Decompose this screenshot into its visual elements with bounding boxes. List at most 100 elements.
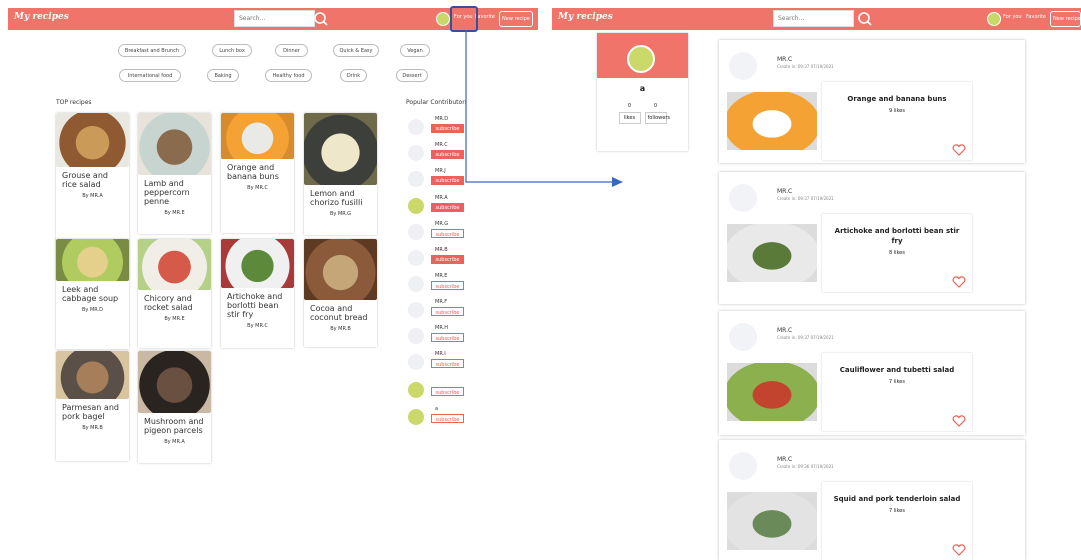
recipe-image[interactable] xyxy=(304,113,377,185)
recipe-title[interactable]: Lemon and chorizo fusilli xyxy=(304,185,377,207)
subscribe-button[interactable]: subscribe xyxy=(431,387,464,396)
category-chip[interactable]: Baking xyxy=(207,69,239,82)
new-recipe-button[interactable]: New recipe xyxy=(1050,11,1081,27)
recipe-image[interactable] xyxy=(56,113,129,167)
heart-icon[interactable] xyxy=(952,415,966,427)
recipe-card[interactable]: Lamb and peppercorn penne By MR.E xyxy=(138,113,211,234)
contributor-name[interactable]: MR.D xyxy=(435,116,448,122)
contributor-avatar[interactable] xyxy=(408,276,424,292)
category-chip[interactable]: Healthy food xyxy=(265,69,312,82)
recipe-image[interactable] xyxy=(138,113,211,175)
contributor-avatar[interactable] xyxy=(408,302,424,318)
recipe-title[interactable]: Parmesan and pork bagel xyxy=(56,399,129,421)
post-card[interactable]: MR.C Create in: 09:37 07/19/2021 Orange an… xyxy=(719,40,1025,163)
heart-icon[interactable] xyxy=(952,144,966,156)
post-title[interactable]: Cauliflower and tubetti salad xyxy=(822,353,972,375)
subscribe-button[interactable]: subscribe xyxy=(431,359,464,368)
contributor-avatar[interactable] xyxy=(408,250,424,266)
post-author[interactable]: MR.C xyxy=(777,56,792,63)
category-chip[interactable]: Quick & Easy xyxy=(333,44,379,57)
post-title[interactable]: Artichoke and borlotti bean stir fry xyxy=(822,214,972,246)
contributor-name[interactable]: MR.A xyxy=(435,195,448,201)
contributor-avatar[interactable] xyxy=(408,409,424,425)
recipe-title[interactable]: Orange and banana buns xyxy=(221,159,294,181)
category-chip[interactable]: Lunch box xyxy=(212,44,252,57)
recipe-title[interactable]: Leek and cabbage soup xyxy=(56,281,129,303)
recipe-title[interactable]: Lamb and peppercorn penne xyxy=(138,175,211,206)
contributor-name[interactable]: MR.F xyxy=(435,299,447,305)
recipe-title[interactable]: Cocoa and coconut bread xyxy=(304,300,377,322)
category-chip[interactable]: Dessert xyxy=(396,69,428,82)
subscribe-button[interactable]: subscribe xyxy=(431,307,464,316)
contributor-avatar[interactable] xyxy=(408,145,424,161)
recipe-card[interactable]: Mushroom and pigeon parcels By MR.A xyxy=(138,351,211,463)
category-chip[interactable]: Vegan xyxy=(400,44,430,57)
recipe-image[interactable] xyxy=(221,239,294,288)
recipe-title[interactable]: Grouse and rice salad xyxy=(56,167,129,189)
subscribe-button[interactable]: subscribe xyxy=(431,414,464,423)
post-image[interactable] xyxy=(727,224,817,282)
recipe-title[interactable]: Mushroom and pigeon parcels xyxy=(138,413,211,435)
post-image[interactable] xyxy=(727,492,817,550)
nav-for-you[interactable]: For you xyxy=(1003,14,1022,20)
category-chip[interactable]: Drink xyxy=(340,69,367,82)
recipe-image[interactable] xyxy=(221,113,294,159)
contributor-name[interactable]: MR.H xyxy=(435,325,448,331)
subscribe-button[interactable]: subscribe xyxy=(431,229,464,238)
post-card[interactable]: MR.C Create in: 09:37 07/19/2021 Cauliflow… xyxy=(719,311,1025,435)
post-author-avatar[interactable] xyxy=(729,323,757,351)
recipe-image[interactable] xyxy=(56,239,129,281)
post-author-avatar[interactable] xyxy=(729,452,757,480)
post-image[interactable] xyxy=(727,92,817,150)
user-avatar[interactable] xyxy=(436,12,450,26)
heart-icon[interactable] xyxy=(952,276,966,288)
post-author-avatar[interactable] xyxy=(729,184,757,212)
followers-label[interactable]: followers xyxy=(644,112,670,124)
post-title[interactable]: Squid and pork tenderloin salad xyxy=(822,482,972,504)
recipe-card[interactable]: Lemon and chorizo fusilli By MR.G xyxy=(304,113,377,235)
recipe-card[interactable]: Cocoa and coconut bread By MR.B xyxy=(304,239,377,347)
recipe-card[interactable]: Leek and cabbage soup By MR.D xyxy=(56,239,129,349)
contributor-name[interactable]: MR.G xyxy=(435,221,448,227)
contributor-avatar[interactable] xyxy=(408,224,424,240)
post-card[interactable]: MR.C Create in: 09:37 07/19/2021 Artichoke… xyxy=(719,172,1025,304)
recipe-card[interactable]: Chicory and rocket salad By MR.E xyxy=(138,239,211,348)
contributor-avatar[interactable] xyxy=(408,119,424,135)
subscribe-button[interactable]: subscribe xyxy=(431,255,464,264)
likes-label[interactable]: likes xyxy=(618,112,641,124)
contributor-avatar[interactable] xyxy=(408,328,424,344)
subscribe-button[interactable]: subscribe xyxy=(431,203,464,212)
contributor-avatar[interactable] xyxy=(408,382,424,398)
contributor-name[interactable]: a xyxy=(435,406,438,412)
search-icon[interactable] xyxy=(856,10,874,28)
recipe-image[interactable] xyxy=(138,351,211,413)
search-input[interactable]: Search... xyxy=(234,10,315,27)
contributor-name[interactable]: MR.B xyxy=(435,247,448,253)
recipe-card[interactable]: Parmesan and pork bagel By MR.B xyxy=(56,351,129,461)
recipe-card[interactable]: Orange and banana buns By MR.C xyxy=(221,113,294,233)
recipe-title[interactable]: Artichoke and borlotti bean stir fry xyxy=(221,288,294,319)
app-logo[interactable]: My recipes xyxy=(558,12,613,22)
category-chip[interactable]: International food xyxy=(119,69,181,82)
recipe-title[interactable]: Chicory and rocket salad xyxy=(138,290,211,312)
post-card[interactable]: MR.C Create in: 09:36 07/19/2021 Squid and… xyxy=(719,440,1025,560)
subscribe-button[interactable]: subscribe xyxy=(431,333,464,342)
post-author[interactable]: MR.C xyxy=(777,456,792,463)
contributor-avatar[interactable] xyxy=(408,171,424,187)
recipe-image[interactable] xyxy=(304,239,377,300)
user-avatar[interactable] xyxy=(987,12,1001,26)
search-input[interactable]: Search... xyxy=(773,10,854,27)
contributor-name[interactable]: MR.C xyxy=(435,142,448,148)
post-author[interactable]: MR.C xyxy=(777,327,792,334)
nav-favorite[interactable]: Favorite xyxy=(1026,14,1046,20)
post-image[interactable] xyxy=(727,363,817,421)
recipe-card[interactable]: Artichoke and borlotti bean stir fry By M… xyxy=(221,239,294,348)
heart-icon[interactable] xyxy=(952,544,966,556)
contributor-avatar[interactable] xyxy=(408,354,424,370)
post-author-avatar[interactable] xyxy=(729,52,757,80)
recipe-image[interactable] xyxy=(56,351,129,399)
post-author[interactable]: MR.C xyxy=(777,188,792,195)
contributor-name[interactable]: MR.J xyxy=(435,168,446,174)
post-title[interactable]: Orange and banana buns xyxy=(822,82,972,104)
contributor-name[interactable]: MR.E xyxy=(435,273,447,279)
